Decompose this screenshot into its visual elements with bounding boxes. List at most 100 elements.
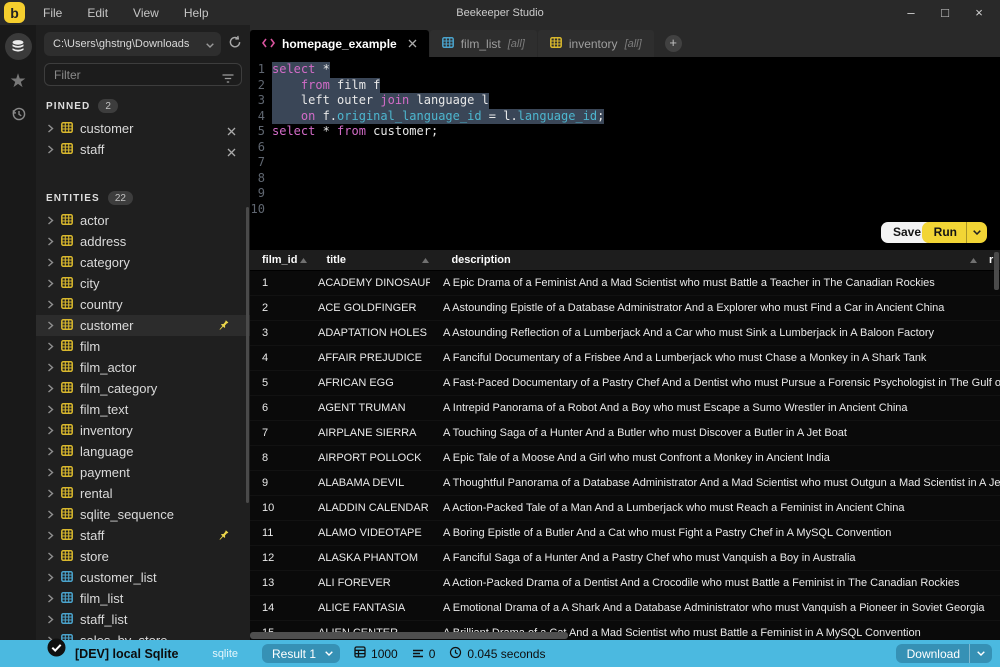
- menu-file[interactable]: File: [40, 4, 65, 22]
- code-line-7[interactable]: 7: [250, 155, 1000, 171]
- chevron-right-icon[interactable]: [47, 275, 54, 293]
- entity-item-customer[interactable]: customer: [36, 315, 250, 336]
- menu-view[interactable]: View: [130, 4, 162, 22]
- chevron-right-icon[interactable]: [47, 590, 54, 608]
- sql-editor[interactable]: 1select *2 from film f3 left outer join …: [250, 57, 1000, 250]
- close-icon[interactable]: ×: [972, 5, 986, 20]
- chevron-right-icon[interactable]: [47, 212, 54, 230]
- entity-item-payment[interactable]: payment: [36, 462, 250, 483]
- entity-item-customer_list[interactable]: customer_list: [36, 567, 250, 588]
- sort-ascending-icon[interactable]: [970, 254, 977, 266]
- chevron-right-icon[interactable]: [47, 569, 54, 587]
- entity-item-film_actor[interactable]: film_actor: [36, 357, 250, 378]
- pin-icon[interactable]: [217, 529, 230, 547]
- table-row[interactable]: 13ALI FOREVERA Action-Packed Drama of a …: [250, 571, 1000, 596]
- entity-item-sqlite_sequence[interactable]: sqlite_sequence: [36, 504, 250, 525]
- sidebar-scrollbar[interactable]: [246, 207, 249, 503]
- chevron-right-icon[interactable]: [47, 443, 54, 461]
- run-button[interactable]: Run: [922, 222, 987, 243]
- sort-ascending-icon[interactable]: [422, 254, 429, 266]
- database-tab-icon[interactable]: [5, 33, 32, 60]
- horizontal-scrollbar[interactable]: [250, 632, 568, 639]
- connection-select[interactable]: C:\Users\ghstng\Downloads: [44, 32, 221, 56]
- entity-item-category[interactable]: category: [36, 252, 250, 273]
- chevron-right-icon[interactable]: [47, 401, 54, 419]
- filter-icon[interactable]: [222, 70, 234, 88]
- chevron-right-icon[interactable]: [47, 317, 54, 335]
- table-row[interactable]: 14ALICE FANTASIAA Emotional Drama of a A…: [250, 596, 1000, 621]
- minimize-icon[interactable]: –: [904, 5, 918, 20]
- entity-item-country[interactable]: country: [36, 294, 250, 315]
- table-row[interactable]: 12ALASKA PHANTOMA Fanciful Saga of a Hun…: [250, 546, 1000, 571]
- pin-icon[interactable]: [217, 319, 230, 337]
- pinned-item-staff[interactable]: staff: [36, 139, 250, 160]
- code-line-3[interactable]: 3 left outer join language l: [250, 93, 1000, 109]
- chevron-right-icon[interactable]: [47, 527, 54, 545]
- close-icon[interactable]: [408, 37, 417, 51]
- chevron-right-icon[interactable]: [47, 506, 54, 524]
- table-row[interactable]: 6AGENT TRUMANA Intrepid Panorama of a Ro…: [250, 396, 1000, 421]
- pinned-item-customer[interactable]: customer: [36, 118, 250, 139]
- entity-item-address[interactable]: address: [36, 231, 250, 252]
- maximize-icon[interactable]: □: [938, 5, 952, 20]
- chevron-right-icon[interactable]: [47, 422, 54, 440]
- code-line-5[interactable]: 5select * from customer;: [250, 124, 1000, 140]
- table-row[interactable]: 5AFRICAN EGGA Fast-Paced Documentary of …: [250, 371, 1000, 396]
- tab-film_list[interactable]: film_list[all]: [430, 30, 537, 57]
- entity-item-language[interactable]: language: [36, 441, 250, 462]
- sort-ascending-icon[interactable]: [300, 254, 307, 266]
- code-line-1[interactable]: 1select *: [250, 62, 1000, 78]
- chevron-right-icon[interactable]: [47, 611, 54, 629]
- table-row[interactable]: 11ALAMO VIDEOTAPEA Boring Epistle of a B…: [250, 521, 1000, 546]
- column-header-title[interactable]: title: [316, 250, 438, 270]
- connection-status[interactable]: [DEV] local Sqlite sqlite: [0, 647, 250, 661]
- download-button[interactable]: Download: [896, 644, 992, 663]
- chevron-right-icon[interactable]: [47, 359, 54, 377]
- favorites-tab-icon[interactable]: ★: [9, 72, 26, 91]
- entity-item-actor[interactable]: actor: [36, 210, 250, 231]
- entity-item-inventory[interactable]: inventory: [36, 420, 250, 441]
- table-row[interactable]: 8AIRPORT POLLOCKA Epic Tale of a Moose A…: [250, 446, 1000, 471]
- column-header-description[interactable]: description: [438, 250, 986, 270]
- table-row[interactable]: 2ACE GOLDFINGERA Astounding Epistle of a…: [250, 296, 1000, 321]
- table-row[interactable]: 1ACADEMY DINOSAURA Epic Drama of a Femin…: [250, 271, 1000, 296]
- code-line-8[interactable]: 8: [250, 171, 1000, 187]
- entity-item-city[interactable]: city: [36, 273, 250, 294]
- chevron-right-icon[interactable]: [47, 464, 54, 482]
- code-line-2[interactable]: 2 from film f: [250, 78, 1000, 94]
- code-line-9[interactable]: 9: [250, 186, 1000, 202]
- table-row[interactable]: 10ALADDIN CALENDARA Action-Packed Tale o…: [250, 496, 1000, 521]
- chevron-right-icon[interactable]: [47, 233, 54, 251]
- code-line-10[interactable]: 10: [250, 202, 1000, 218]
- table-row[interactable]: 7AIRPLANE SIERRAA Touching Saga of a Hun…: [250, 421, 1000, 446]
- close-icon[interactable]: [227, 144, 236, 162]
- chevron-right-icon[interactable]: [47, 141, 54, 159]
- entity-item-film_list[interactable]: film_list: [36, 588, 250, 609]
- tab-inventory[interactable]: inventory[all]: [538, 30, 654, 57]
- chevron-right-icon[interactable]: [47, 120, 54, 138]
- new-tab-button[interactable]: +: [665, 35, 682, 52]
- code-line-4[interactable]: 4 on f.original_language_id = l.language…: [250, 109, 1000, 125]
- entity-item-film_category[interactable]: film_category: [36, 378, 250, 399]
- chevron-right-icon[interactable]: [47, 548, 54, 566]
- entity-item-film_text[interactable]: film_text: [36, 399, 250, 420]
- chevron-right-icon[interactable]: [47, 338, 54, 356]
- entity-item-staff_list[interactable]: staff_list: [36, 609, 250, 630]
- menu-help[interactable]: Help: [181, 4, 212, 22]
- column-header-film_id[interactable]: film_id: [250, 250, 316, 270]
- chevron-right-icon[interactable]: [47, 254, 54, 272]
- entity-item-sales_by_store[interactable]: sales_by_store: [36, 630, 250, 640]
- table-row[interactable]: 4AFFAIR PREJUDICEA Fanciful Documentary …: [250, 346, 1000, 371]
- menu-edit[interactable]: Edit: [84, 4, 111, 22]
- table-row[interactable]: 9ALABAMA DEVILA Thoughtful Panorama of a…: [250, 471, 1000, 496]
- entity-item-rental[interactable]: rental: [36, 483, 250, 504]
- result-selector[interactable]: Result 1: [262, 644, 340, 663]
- run-options-caret-icon[interactable]: [966, 222, 987, 243]
- code-area[interactable]: 1select *2 from film f3 left outer join …: [250, 62, 1000, 217]
- filter-input[interactable]: [44, 63, 242, 86]
- entity-item-staff[interactable]: staff: [36, 525, 250, 546]
- code-line-6[interactable]: 6: [250, 140, 1000, 156]
- vertical-scrollbar[interactable]: [994, 252, 999, 290]
- entity-item-store[interactable]: store: [36, 546, 250, 567]
- tab-homepage_example[interactable]: homepage_example: [250, 30, 429, 57]
